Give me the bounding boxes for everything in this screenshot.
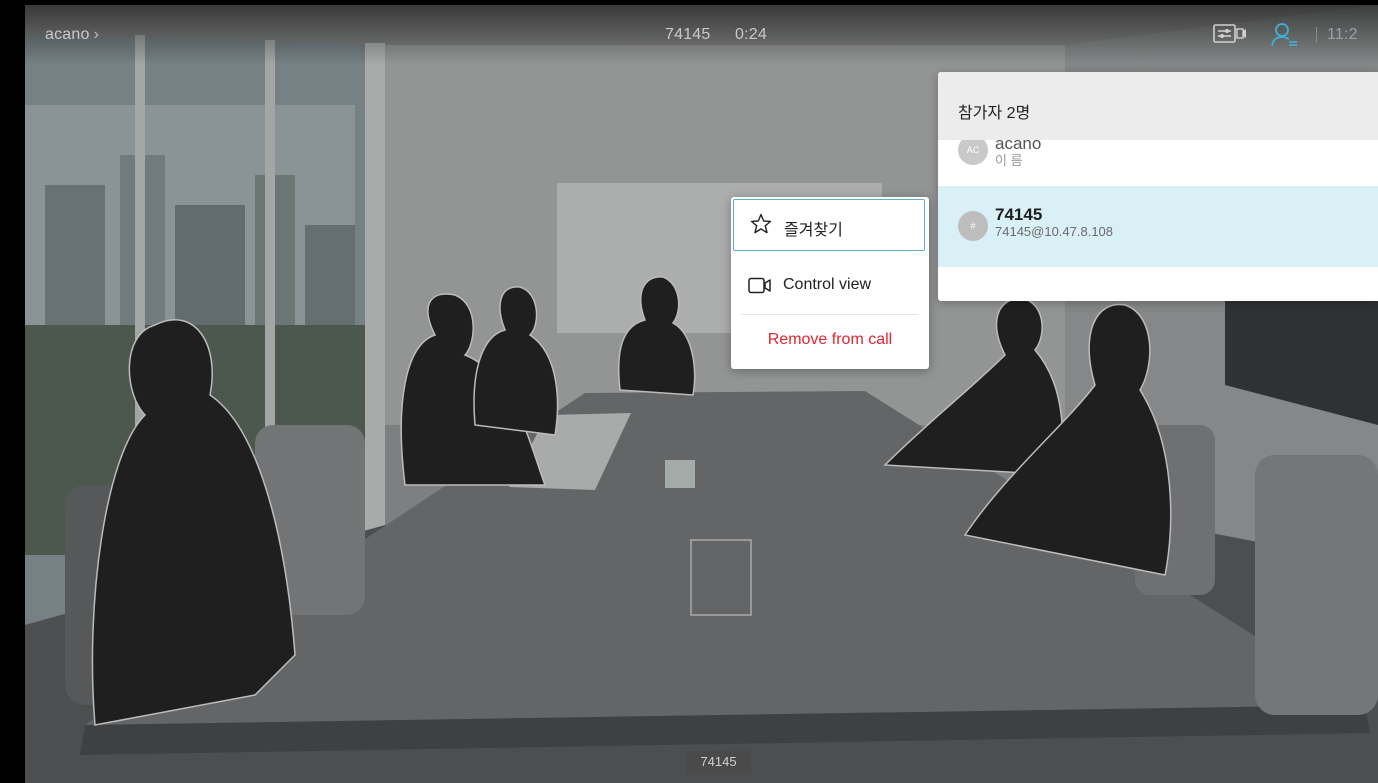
participant-name: 74145 bbox=[995, 205, 1043, 224]
control-view-label: Control view bbox=[783, 276, 872, 293]
remove-from-call-button[interactable]: Remove from call bbox=[731, 315, 929, 367]
panel-title: 참가자 2명 bbox=[958, 105, 1031, 122]
clock: 11:2 bbox=[1327, 26, 1358, 43]
chevron-right-icon: › bbox=[93, 26, 100, 43]
participant-subtitle: 이 름 bbox=[995, 153, 1023, 168]
call-timer: 0:24 bbox=[735, 26, 767, 43]
breadcrumb[interactable]: acano › bbox=[45, 26, 99, 44]
topbar-divider bbox=[1316, 27, 1317, 43]
favorite-label: 즐겨찾기 bbox=[784, 222, 843, 239]
call-number: 74145 bbox=[665, 26, 711, 43]
breadcrumb-label: acano bbox=[45, 26, 90, 43]
participants-panel: AC acano 이 름 # 74145 74145@10.47.8.108 참… bbox=[938, 72, 1378, 301]
remove-from-call-label: Remove from call bbox=[767, 331, 893, 348]
panel-header: 참가자 2명 bbox=[938, 72, 1378, 140]
star-icon bbox=[750, 213, 772, 234]
favorite-menu-item[interactable]: 즐겨찾기 bbox=[733, 199, 925, 251]
avatar: # bbox=[958, 211, 988, 241]
participant-address: 74145@10.47.8.108 bbox=[995, 224, 1114, 239]
participant-row-selected[interactable]: # 74145 74145@10.47.8.108 bbox=[938, 186, 1378, 267]
participant-context-menu: 즐겨찾기 Control view Remove from call bbox=[731, 197, 929, 369]
layout-icon[interactable] bbox=[1213, 23, 1247, 45]
control-view-menu-item[interactable]: Control view bbox=[731, 259, 929, 311]
video-source-label: 74145 bbox=[686, 751, 751, 773]
participants-icon[interactable] bbox=[1270, 22, 1298, 48]
camera-icon bbox=[748, 277, 771, 294]
video-call-screen: acano › 74145 0:24 11:2 AC acano 이 름 # 74… bbox=[25, 5, 1378, 783]
